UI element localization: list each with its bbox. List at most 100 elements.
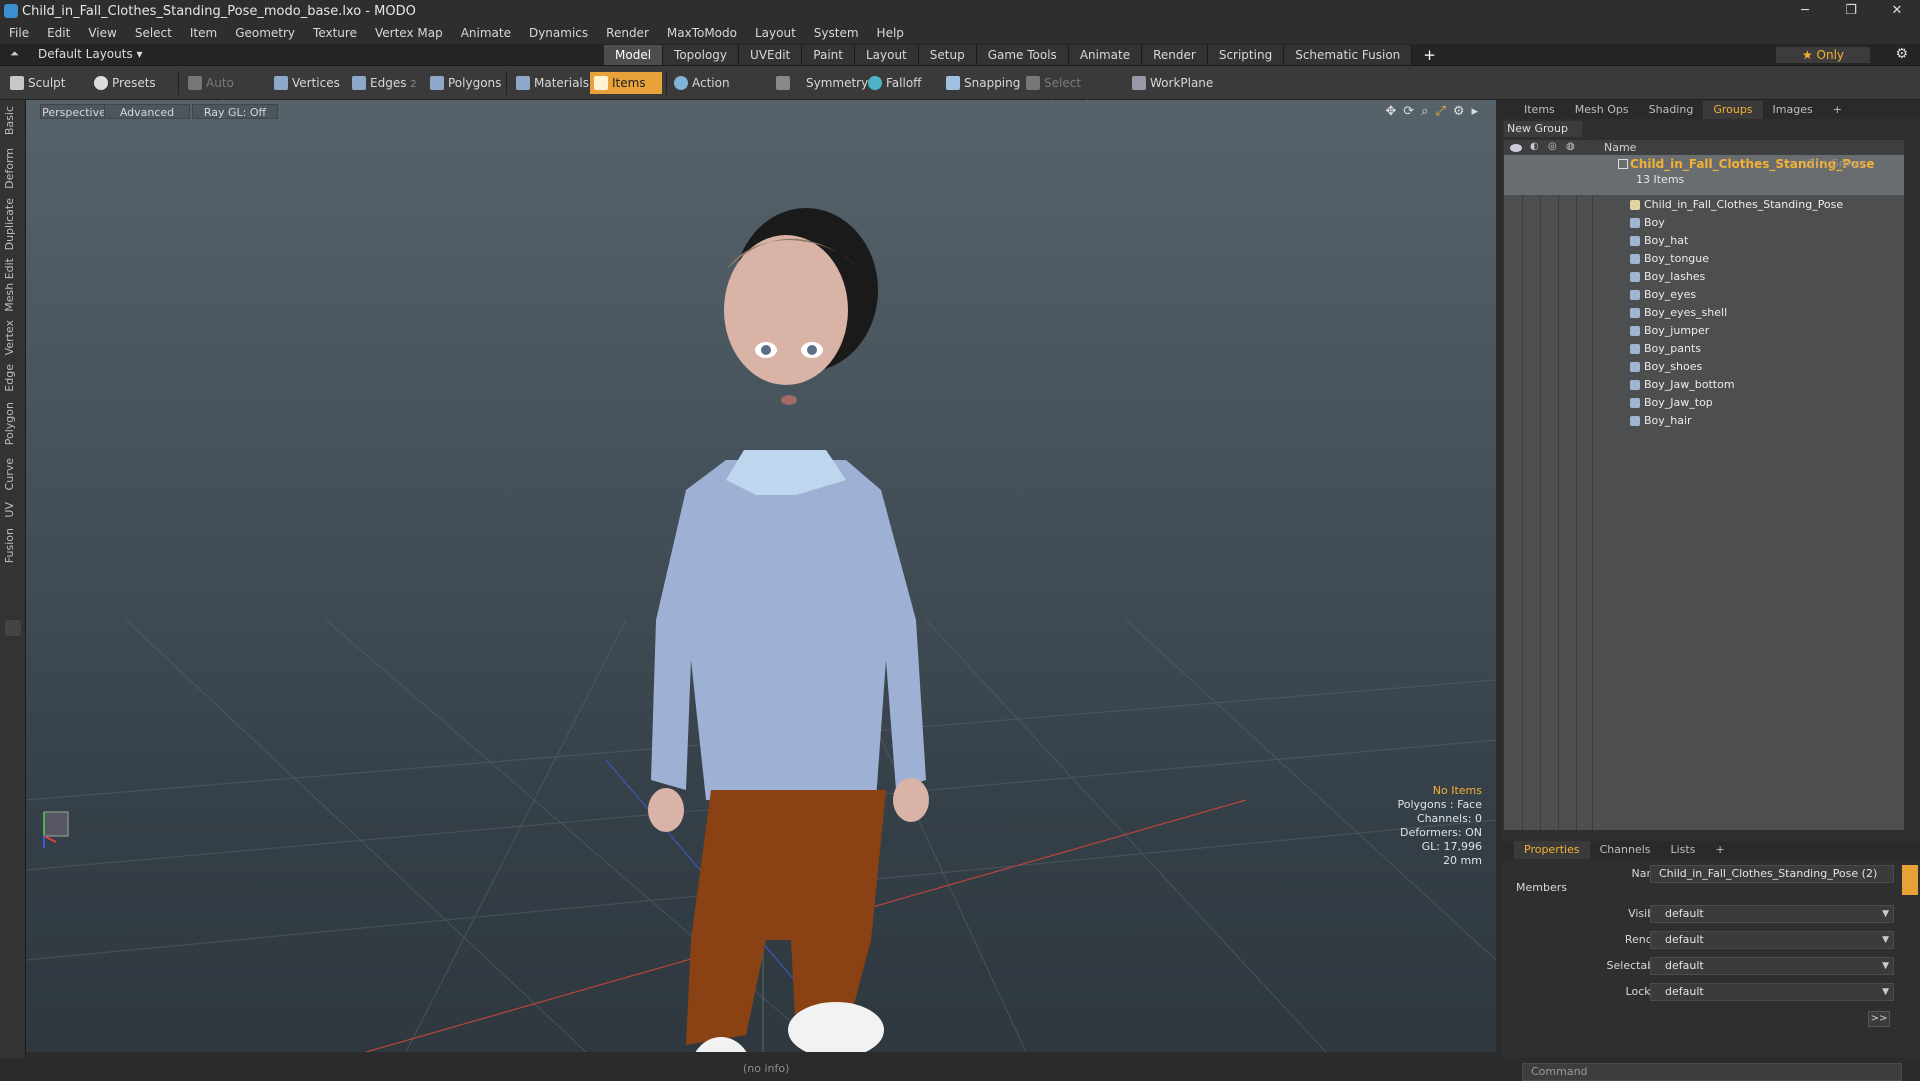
tab-lists[interactable]: Lists xyxy=(1661,841,1706,859)
tab-vertex[interactable]: Vertex xyxy=(3,320,16,355)
sculpt-button[interactable]: Sculpt xyxy=(6,72,86,94)
tab-images[interactable]: Images xyxy=(1763,101,1823,119)
zoom-icon[interactable]: ⌕ xyxy=(1421,104,1428,119)
menu-system[interactable]: System xyxy=(805,26,868,40)
rotate-view-icon[interactable]: ⟳ xyxy=(1403,104,1414,119)
edges-button[interactable]: Edges 2 xyxy=(348,72,420,94)
list-item[interactable]: Boy_Jaw_top xyxy=(1630,394,1713,412)
tab-properties[interactable]: Properties xyxy=(1514,841,1590,859)
menu-help[interactable]: Help xyxy=(868,26,913,40)
collapse-icon[interactable]: ⏶ xyxy=(10,47,19,61)
raygl-toggle[interactable]: Ray GL: Off xyxy=(192,104,278,119)
locked-select[interactable]: default ▼ xyxy=(1650,983,1894,1001)
tab-mesh-edit[interactable]: Mesh Edit xyxy=(3,258,16,312)
default-layouts-dropdown[interactable]: Default Layouts ▾ xyxy=(38,47,143,61)
list-item[interactable]: Boy_lashes xyxy=(1630,268,1705,286)
list-item[interactable]: Boy_pants xyxy=(1630,340,1701,358)
maximize-button[interactable]: ❐ xyxy=(1828,0,1874,22)
symmetry-button[interactable]: Symmetry xyxy=(772,72,868,94)
gear-icon[interactable]: ⚙ xyxy=(1895,46,1908,62)
menu-vertex-map[interactable]: Vertex Map xyxy=(366,26,452,40)
tab-topology[interactable]: Topology xyxy=(663,45,740,65)
list-item[interactable]: Boy_eyes xyxy=(1630,286,1696,304)
tab-shading[interactable]: Shading xyxy=(1639,101,1704,119)
tab-layout[interactable]: Layout xyxy=(854,45,919,65)
workplane-button[interactable]: WorkPlane xyxy=(1128,72,1218,94)
command-input[interactable]: Command xyxy=(1522,1063,1902,1081)
group-side-tab[interactable] xyxy=(1902,865,1918,895)
tab-setup[interactable]: Setup xyxy=(918,45,977,65)
visible-select[interactable]: default ▼ xyxy=(1650,905,1894,923)
new-group-button[interactable]: New Group xyxy=(1504,121,1582,137)
fit-view-icon[interactable]: ⤢ xyxy=(1435,104,1445,119)
group-row[interactable]: Child_in_Fall_Clothes_Standing_Pose (2) … xyxy=(1504,155,1904,195)
add-panel-tab-button[interactable]: + xyxy=(1823,101,1852,119)
list-item[interactable]: Boy_jumper xyxy=(1630,322,1709,340)
tab-duplicate[interactable]: Duplicate xyxy=(3,198,16,250)
render-col-icon[interactable]: ◐ xyxy=(1530,141,1539,152)
tab-paint[interactable]: Paint xyxy=(802,45,855,65)
tab-schematic-fusion[interactable]: Schematic Fusion xyxy=(1284,45,1413,65)
tab-game-tools[interactable]: Game Tools xyxy=(976,45,1069,65)
auto-select-button[interactable]: Auto Select xyxy=(184,72,266,112)
tab-uv[interactable]: UV xyxy=(3,502,16,518)
list-item[interactable]: Boy xyxy=(1630,214,1665,232)
menu-render[interactable]: Render xyxy=(597,26,658,40)
advanced-dropdown[interactable]: Advanced xyxy=(104,104,190,119)
list-item[interactable]: Child_in_Fall_Clothes_Standing_Pose xyxy=(1630,196,1843,214)
tab-items[interactable]: Items xyxy=(1514,101,1565,119)
list-item[interactable]: Boy_Jaw_bottom xyxy=(1630,376,1735,394)
tab-groups[interactable]: Groups xyxy=(1703,101,1763,119)
tab-model[interactable]: Model xyxy=(604,45,664,65)
polygons-button[interactable]: Polygons xyxy=(426,72,502,94)
menu-select[interactable]: Select xyxy=(126,26,181,40)
tab-polygon[interactable]: Polygon xyxy=(3,402,16,445)
tab-deform[interactable]: Deform xyxy=(3,148,16,189)
perspective-dropdown[interactable]: Perspective xyxy=(40,104,108,119)
add-tab-button[interactable]: + xyxy=(1412,45,1447,65)
action-center-button[interactable]: Action Center xyxy=(670,72,762,112)
list-item[interactable]: Boy_hair xyxy=(1630,412,1692,430)
items-button[interactable]: Items xyxy=(590,72,662,94)
select-through-button[interactable]: Select Through xyxy=(1022,72,1122,112)
selectable-select[interactable]: default ▼ xyxy=(1650,957,1894,975)
minimize-button[interactable]: ─ xyxy=(1782,0,1828,22)
name-field[interactable]: Child_in_Fall_Clothes_Standing_Pose (2) xyxy=(1650,865,1894,883)
materials-button[interactable]: Materials xyxy=(512,72,590,94)
tab-edge[interactable]: Edge xyxy=(3,364,16,392)
tab-animate[interactable]: Animate xyxy=(1068,45,1143,65)
list-item[interactable]: Boy_shoes xyxy=(1630,358,1702,376)
tab-curve[interactable]: Curve xyxy=(3,458,16,490)
close-button[interactable]: ✕ xyxy=(1874,0,1920,22)
tab-basic[interactable]: Basic xyxy=(3,106,16,135)
tab-channels[interactable]: Channels xyxy=(1590,841,1661,859)
menu-item[interactable]: Item xyxy=(181,26,226,40)
visibility-col-icon[interactable] xyxy=(1510,144,1522,152)
menu-texture[interactable]: Texture xyxy=(304,26,366,40)
tab-fusion[interactable]: Fusion xyxy=(3,528,16,563)
more-button[interactable]: >> xyxy=(1868,1011,1890,1027)
menu-dynamics[interactable]: Dynamics xyxy=(520,26,597,40)
list-item[interactable]: Boy_hat xyxy=(1630,232,1688,250)
move-view-icon[interactable]: ✥ xyxy=(1385,104,1396,119)
menu-animate[interactable]: Animate xyxy=(452,26,520,40)
menu-view[interactable]: View xyxy=(79,26,125,40)
tab-mesh-ops[interactable]: Mesh Ops xyxy=(1565,101,1639,119)
panel-toggle-button[interactable] xyxy=(5,620,21,636)
members-section-header[interactable]: Members xyxy=(1516,881,1567,894)
menu-geometry[interactable]: Geometry xyxy=(226,26,304,40)
presets-button[interactable]: Presets F6 xyxy=(90,72,170,112)
tab-scripting[interactable]: Scripting xyxy=(1207,45,1285,65)
menu-edit[interactable]: Edit xyxy=(38,26,79,40)
tab-uvedit[interactable]: UVEdit xyxy=(739,45,803,65)
menu-layout[interactable]: Layout xyxy=(746,26,805,40)
tab-render[interactable]: Render xyxy=(1142,45,1208,65)
falloff-button[interactable]: Falloff xyxy=(864,72,944,94)
lock-col-icon[interactable]: ◎ xyxy=(1548,141,1557,152)
menu-file[interactable]: File xyxy=(0,26,38,40)
only-toggle[interactable]: ★ Only xyxy=(1776,47,1870,63)
vertices-button[interactable]: Vertices 1 xyxy=(270,72,342,112)
snapping-button[interactable]: Snapping xyxy=(942,72,1024,94)
add-properties-tab-button[interactable]: + xyxy=(1705,841,1734,859)
viewport-settings-icon[interactable]: ⚙ xyxy=(1453,104,1465,119)
